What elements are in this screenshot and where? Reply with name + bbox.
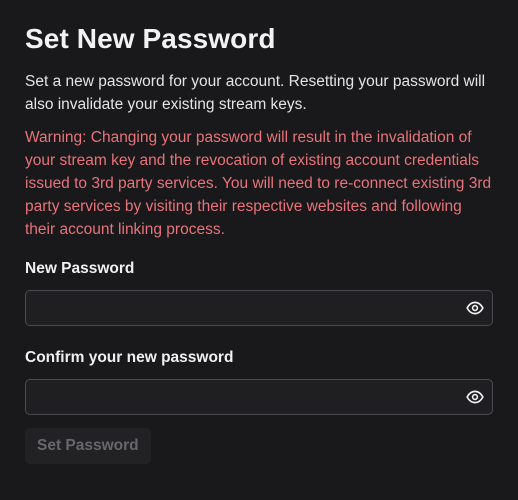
eye-icon[interactable] bbox=[466, 388, 484, 406]
set-password-button[interactable]: Set Password bbox=[25, 428, 151, 464]
new-password-label: New Password bbox=[25, 260, 135, 277]
warning-message: Warning: Changing your password will res… bbox=[25, 129, 492, 238]
dialog-title: Set New Password bbox=[25, 23, 276, 54]
set-password-dialog: Set New Password Set a new password for … bbox=[0, 0, 518, 500]
confirm-password-field-wrapper bbox=[25, 379, 493, 415]
confirm-password-input[interactable] bbox=[26, 380, 456, 414]
confirm-password-label: Confirm your new password bbox=[25, 349, 234, 366]
dialog-description: Set a new password for your account. Res… bbox=[25, 73, 486, 113]
eye-icon[interactable] bbox=[466, 299, 484, 317]
new-password-field-wrapper bbox=[25, 290, 493, 326]
new-password-input[interactable] bbox=[26, 291, 456, 325]
